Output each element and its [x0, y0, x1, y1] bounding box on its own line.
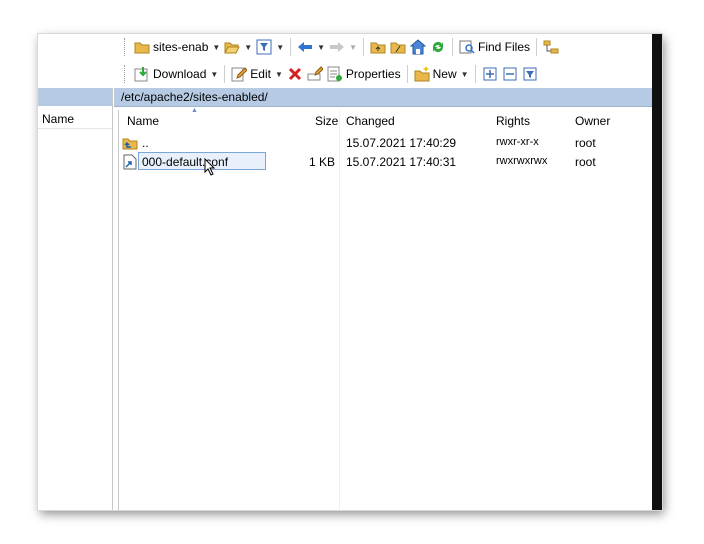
delete-icon [287, 66, 303, 82]
find-files-button[interactable]: Find Files [457, 36, 532, 58]
download-label: Download [153, 67, 207, 81]
chevron-down-icon: ▼ [244, 42, 253, 52]
column-header-changed[interactable]: Changed [346, 114, 395, 128]
find-files-label: Find Files [477, 40, 530, 54]
file-owner: root [575, 136, 596, 150]
tree-view-button[interactable] [541, 36, 561, 58]
folder-tree-icon [543, 39, 559, 55]
chevron-down-icon: ▼ [349, 42, 357, 52]
local-column-header: Name [38, 110, 112, 129]
edit-label: Edit [250, 67, 271, 81]
folder-icon [134, 39, 150, 55]
toolbar-separator [474, 65, 476, 83]
table-row[interactable]: .. 15.07.2021 17:40:29 rwxr-xr-x root [119, 134, 653, 152]
properties-button[interactable]: Properties [325, 63, 403, 85]
remote-path-bar[interactable]: /etc/apache2/sites-enabled/ [114, 88, 652, 107]
file-manager-window: Name sites-enab ▼ ▼ ▼ ▼ ▼ Find Files Dow… [38, 34, 662, 510]
column-header-size[interactable]: Size [315, 114, 338, 128]
refresh-icon [430, 39, 446, 55]
back-arrow-icon [297, 39, 313, 55]
parent-folder-icon [370, 39, 386, 55]
refresh-button[interactable] [428, 36, 448, 58]
filter-icon [256, 39, 272, 55]
new-button[interactable]: New ▼ [412, 63, 471, 85]
file-link-icon [122, 154, 138, 170]
properties-label: Properties [345, 67, 401, 81]
new-folder-icon [414, 66, 430, 82]
table-row[interactable]: 000-default.conf 1 KB 15.07.2021 17:40:3… [119, 152, 653, 171]
filter-icon [522, 66, 538, 82]
chevron-down-icon: ▼ [460, 69, 469, 79]
file-name: .. [142, 136, 149, 150]
download-button[interactable]: Download ▼ [132, 63, 220, 85]
delete-button[interactable] [285, 63, 305, 85]
select-files-button[interactable] [480, 63, 500, 85]
search-icon [459, 39, 475, 55]
column-header-name[interactable]: Name [127, 114, 159, 128]
text-cursor-icon [204, 158, 216, 176]
open-folder-icon [224, 39, 241, 55]
chevron-down-icon: ▼ [317, 42, 326, 52]
file-owner: root [575, 155, 596, 169]
local-pane: Name [38, 88, 113, 510]
chevron-down-icon: ▼ [274, 69, 283, 79]
forward-button[interactable]: ▼ [327, 36, 359, 58]
back-button[interactable]: ▼ [295, 36, 327, 58]
filter-files-button[interactable] [520, 63, 540, 85]
site-dropdown-label: sites-enab [153, 40, 209, 54]
sort-ascending-icon: ▲ [191, 107, 198, 114]
remote-file-list[interactable]: Name ▲ Size Changed Rights Owner .. 15.0… [118, 107, 653, 510]
toolbar-actions: Download ▼ Edit ▼ Properties New ▼ [122, 61, 540, 87]
properties-icon [327, 66, 343, 82]
rename-button[interactable] [305, 63, 325, 85]
forward-arrow-icon [329, 39, 345, 55]
open-folder-button[interactable]: ▼ [222, 36, 254, 58]
background-window-edge [652, 34, 662, 510]
toolbar-separator [451, 38, 453, 56]
file-rights: rwxrwxrwx [496, 155, 548, 167]
chevron-down-icon: ▼ [276, 42, 285, 52]
parent-directory-button[interactable] [368, 36, 388, 58]
root-folder-icon [390, 39, 406, 55]
root-directory-button[interactable] [388, 36, 408, 58]
parent-directory-icon [122, 135, 138, 151]
file-size: 1 KB [309, 155, 336, 169]
column-header-rights[interactable]: Rights [496, 114, 530, 128]
chevron-down-icon: ▼ [212, 42, 221, 52]
remote-path: /etc/apache2/sites-enabled/ [121, 90, 268, 104]
plus-icon [482, 66, 498, 82]
file-rights: rwxr-xr-x [496, 136, 539, 148]
site-dropdown[interactable]: sites-enab ▼ [132, 36, 222, 58]
download-icon [134, 66, 150, 82]
file-changed: 15.07.2021 17:40:31 [346, 155, 457, 169]
toolbar-separator [290, 38, 292, 56]
toolbar-separator [224, 65, 226, 83]
toolbar-separator [406, 65, 408, 83]
toolbar-navigation: sites-enab ▼ ▼ ▼ ▼ ▼ Find Files [122, 34, 561, 60]
minus-icon [502, 66, 518, 82]
home-directory-button[interactable] [408, 36, 428, 58]
toolbar-grip[interactable] [124, 38, 128, 56]
edit-button[interactable]: Edit ▼ [229, 63, 285, 85]
local-col-name[interactable]: Name [42, 112, 74, 126]
home-icon [409, 39, 427, 55]
column-header-owner[interactable]: Owner [575, 114, 610, 128]
local-path-bar[interactable] [38, 88, 112, 106]
rename-icon [307, 66, 324, 82]
new-label: New [432, 67, 457, 81]
toolbar-separator [362, 38, 364, 56]
unselect-files-button[interactable] [500, 63, 520, 85]
toolbar-grip[interactable] [124, 65, 128, 83]
file-changed: 15.07.2021 17:40:29 [346, 136, 457, 150]
toolbar-separator [536, 38, 537, 56]
filter-button[interactable]: ▼ [254, 36, 286, 58]
edit-icon [231, 66, 249, 82]
chevron-down-icon: ▼ [210, 69, 219, 79]
